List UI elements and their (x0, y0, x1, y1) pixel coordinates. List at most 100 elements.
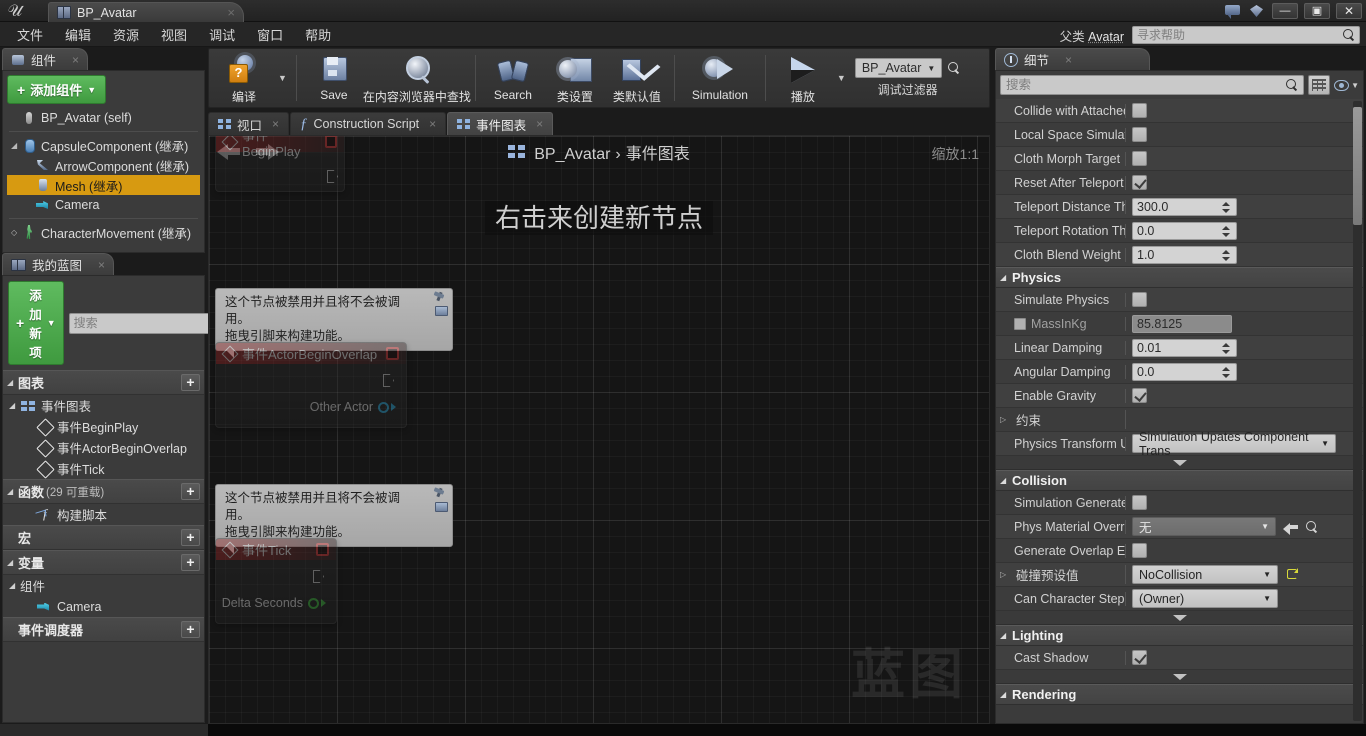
my-blueprint-section-header[interactable]: 宏 + (3, 525, 204, 550)
play-button[interactable]: 播放 (772, 51, 834, 105)
my-blueprint-search-input[interactable] (73, 316, 229, 330)
property-checkbox[interactable] (1132, 175, 1147, 190)
property-dropdown[interactable]: (Owner) ▼ (1132, 589, 1278, 608)
expander-arrow-icon[interactable]: ◢ (7, 487, 18, 496)
output-pin-other-actor[interactable]: Other Actor (310, 400, 396, 414)
property-dropdown[interactable]: Simulation Upates Component Trans ▼ (1132, 430, 1336, 458)
help-search-box[interactable] (1132, 26, 1360, 44)
node-event-actor-begin-overlap[interactable]: 事件ActorBeginOverlap Other Actor (215, 342, 407, 428)
spinner-icon[interactable] (1222, 366, 1232, 378)
details-category-header[interactable]: ◢ Lighting (996, 625, 1363, 646)
help-search-input[interactable] (1137, 28, 1343, 42)
spinner-icon[interactable] (1222, 225, 1232, 237)
debug-filter-combo[interactable]: BP_Avatar ▼ (854, 58, 943, 78)
search-button[interactable]: Search (482, 51, 544, 105)
node-event-tick[interactable]: 事件Tick Delta Seconds (215, 538, 337, 624)
close-icon[interactable]: × (227, 5, 235, 20)
spinner-icon[interactable] (1222, 342, 1232, 354)
my-blueprint-section-header[interactable]: ◢ 图表 + (3, 370, 204, 395)
menu-debug[interactable]: 调试 (198, 22, 246, 47)
menu-file[interactable]: 文件 (6, 22, 54, 47)
component-tree-item[interactable]: Mesh (继承) (7, 175, 200, 195)
graph-tab-2[interactable]: 事件图表 × (447, 112, 554, 135)
property-checkbox[interactable] (1132, 543, 1147, 558)
exec-output-pin[interactable] (327, 170, 338, 183)
property-number-input[interactable]: 0.0 (1132, 362, 1237, 381)
close-icon[interactable]: × (98, 258, 105, 272)
node-event-beginplay[interactable]: 事件BeginPlay (215, 136, 345, 192)
my-blueprint-section-header[interactable]: 事件调度器 + (3, 617, 204, 642)
expander-arrow-icon[interactable]: ◢ (9, 581, 20, 590)
property-checkbox[interactable] (1132, 292, 1147, 307)
property-checkbox[interactable] (1132, 650, 1147, 665)
close-window-button[interactable]: ✕ (1336, 3, 1362, 19)
minimize-button[interactable]: — (1272, 3, 1298, 19)
close-icon[interactable]: × (536, 117, 543, 131)
property-dropdown[interactable]: NoCollision ▼ (1132, 565, 1278, 584)
my-blueprint-item[interactable]: Camera (3, 596, 204, 617)
tab-my-blueprint[interactable]: 我的蓝图 × (2, 253, 115, 275)
my-blueprint-item[interactable]: ◢ 事件图表 (3, 395, 204, 416)
pin-icon[interactable] (434, 488, 447, 501)
details-search-box[interactable] (1000, 75, 1305, 95)
pin-icon[interactable] (434, 292, 447, 305)
output-pin-delta-seconds[interactable]: Delta Seconds (222, 596, 326, 610)
scrollbar-thumb[interactable] (1353, 107, 1362, 225)
expander-arrow-icon[interactable]: ◢ (7, 378, 18, 387)
graph-tab-1[interactable]: ƒ Construction Script × (290, 112, 447, 135)
save-button[interactable]: Save (303, 51, 365, 105)
menu-edit[interactable]: 编辑 (54, 22, 102, 47)
breadcrumb-root[interactable]: BP_Avatar (534, 146, 610, 163)
property-number-input[interactable]: 0.0 (1132, 221, 1237, 240)
close-icon[interactable]: × (72, 53, 79, 67)
spinner-icon[interactable] (1222, 201, 1232, 213)
add-to-section-button[interactable]: + (181, 529, 200, 546)
expander-arrow-icon[interactable]: ◢ (9, 401, 20, 410)
menu-help[interactable]: 帮助 (294, 22, 342, 47)
my-blueprint-item[interactable]: 构建脚本 (3, 504, 204, 525)
class-defaults-button[interactable]: 类默认值 (606, 51, 668, 105)
find-in-content-browser-button[interactable]: 在内容浏览器中查找 (363, 51, 471, 105)
details-category-header[interactable]: ◢ Physics (996, 267, 1363, 288)
my-blueprint-item[interactable]: 事件Tick (3, 458, 204, 479)
add-new-button[interactable]: + 添加新项 ▼ (8, 281, 64, 365)
property-dropdown[interactable]: 无 ▼ (1132, 517, 1276, 536)
details-expand-more-button[interactable] (996, 670, 1363, 684)
property-checkbox[interactable] (1132, 103, 1147, 118)
override-checkbox[interactable] (1014, 317, 1026, 330)
use-selected-asset-icon[interactable] (1283, 521, 1299, 535)
menu-assets[interactable]: 资源 (102, 22, 150, 47)
event-graph-canvas[interactable]: BP_Avatar › 事件图表 缩放1:1 右击来创建新节点 蓝图 事件Begin… (208, 135, 990, 724)
property-checkbox[interactable] (1132, 127, 1147, 142)
property-checkbox[interactable] (1132, 151, 1147, 166)
component-tree-item[interactable]: BP_Avatar (self) (7, 108, 200, 128)
note-window-icon[interactable] (435, 306, 448, 316)
close-icon[interactable]: × (272, 117, 279, 131)
add-to-section-button[interactable]: + (181, 554, 200, 571)
note-window-icon[interactable] (435, 502, 448, 512)
simulation-button[interactable]: Simulation (681, 51, 759, 105)
expander-arrow-icon[interactable]: ▷ (1000, 415, 1011, 424)
details-expand-more-button[interactable] (996, 456, 1363, 470)
property-number-input[interactable]: 1.0 (1132, 245, 1237, 264)
component-tree-item[interactable]: Camera (7, 195, 200, 215)
add-to-section-button[interactable]: + (181, 621, 200, 638)
expander-arrow-icon[interactable]: ◢ (11, 141, 21, 150)
debug-filter-search-icon[interactable] (948, 62, 960, 74)
component-tree-item[interactable]: ◇ CharacterMovement (继承) (7, 222, 200, 242)
tab-details[interactable]: 细节 × (995, 48, 1150, 70)
exec-output-pin[interactable] (383, 374, 394, 387)
property-checkbox[interactable] (1132, 388, 1147, 403)
property-number-input[interactable]: 300.0 (1132, 197, 1237, 216)
restore-button[interactable]: ▣ (1304, 3, 1330, 19)
expander-arrow-icon[interactable]: ◢ (1000, 273, 1012, 282)
spinner-icon[interactable] (1222, 249, 1232, 261)
my-blueprint-section-header[interactable]: ◢ 函数 (29 可重载) + (3, 479, 204, 504)
property-checkbox[interactable] (1132, 495, 1147, 510)
browse-asset-search-icon[interactable] (1306, 520, 1318, 533)
component-tree-item[interactable]: ◢ CapsuleComponent (继承) (7, 135, 200, 155)
revert-to-default-icon[interactable] (1285, 568, 1298, 581)
details-scrollbar[interactable] (1353, 101, 1362, 721)
compile-options-chevron-down-icon[interactable]: ▼ (275, 51, 290, 105)
menu-window[interactable]: 窗口 (246, 22, 294, 47)
